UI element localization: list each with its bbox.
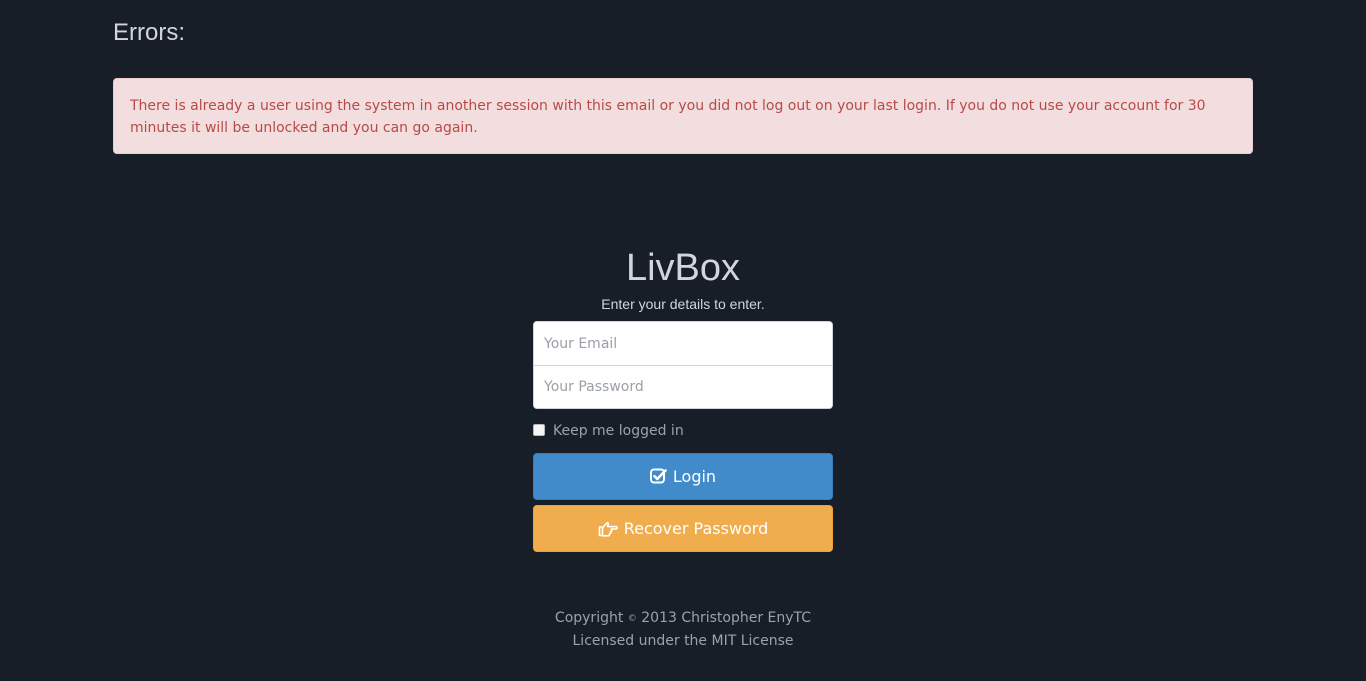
- login-button[interactable]: Login: [533, 453, 833, 500]
- error-alert: There is already a user using the system…: [113, 78, 1253, 154]
- page: Errors: There is already a user using th…: [0, 0, 1366, 681]
- recover-button-label: Recover Password: [623, 519, 769, 538]
- credentials-group: [533, 321, 833, 409]
- remember-me: Keep me logged in: [533, 421, 833, 441]
- copyright-owner: 2013 Christopher EnyTC: [641, 610, 812, 626]
- remember-label[interactable]: Keep me logged in: [553, 423, 684, 439]
- login-subtitle: Enter your details to enter.: [601, 296, 765, 312]
- copyright-symbol: ©: [627, 614, 637, 624]
- copyright-prefix: Copyright: [554, 610, 624, 626]
- footer: Copyright © 2013 Christopher EnyTC Licen…: [483, 607, 883, 652]
- login-panel: LivBox Enter your details to enter. Keep…: [533, 244, 833, 552]
- copyright-line: Copyright © 2013 Christopher EnyTC: [483, 607, 883, 630]
- check-square-icon: [649, 468, 667, 485]
- app-title: LivBox: [625, 247, 741, 289]
- email-field[interactable]: [534, 322, 832, 365]
- password-field[interactable]: [534, 365, 832, 408]
- license-line: Licensed under the MIT License: [572, 633, 794, 649]
- recover-password-button[interactable]: Recover Password: [533, 505, 833, 552]
- error-message: There is already a user using the system…: [130, 98, 1206, 136]
- remember-checkbox[interactable]: [533, 424, 545, 436]
- errors-heading: Errors:: [113, 19, 185, 46]
- login-button-label: Login: [672, 467, 717, 486]
- hand-pointer-icon: [598, 521, 618, 537]
